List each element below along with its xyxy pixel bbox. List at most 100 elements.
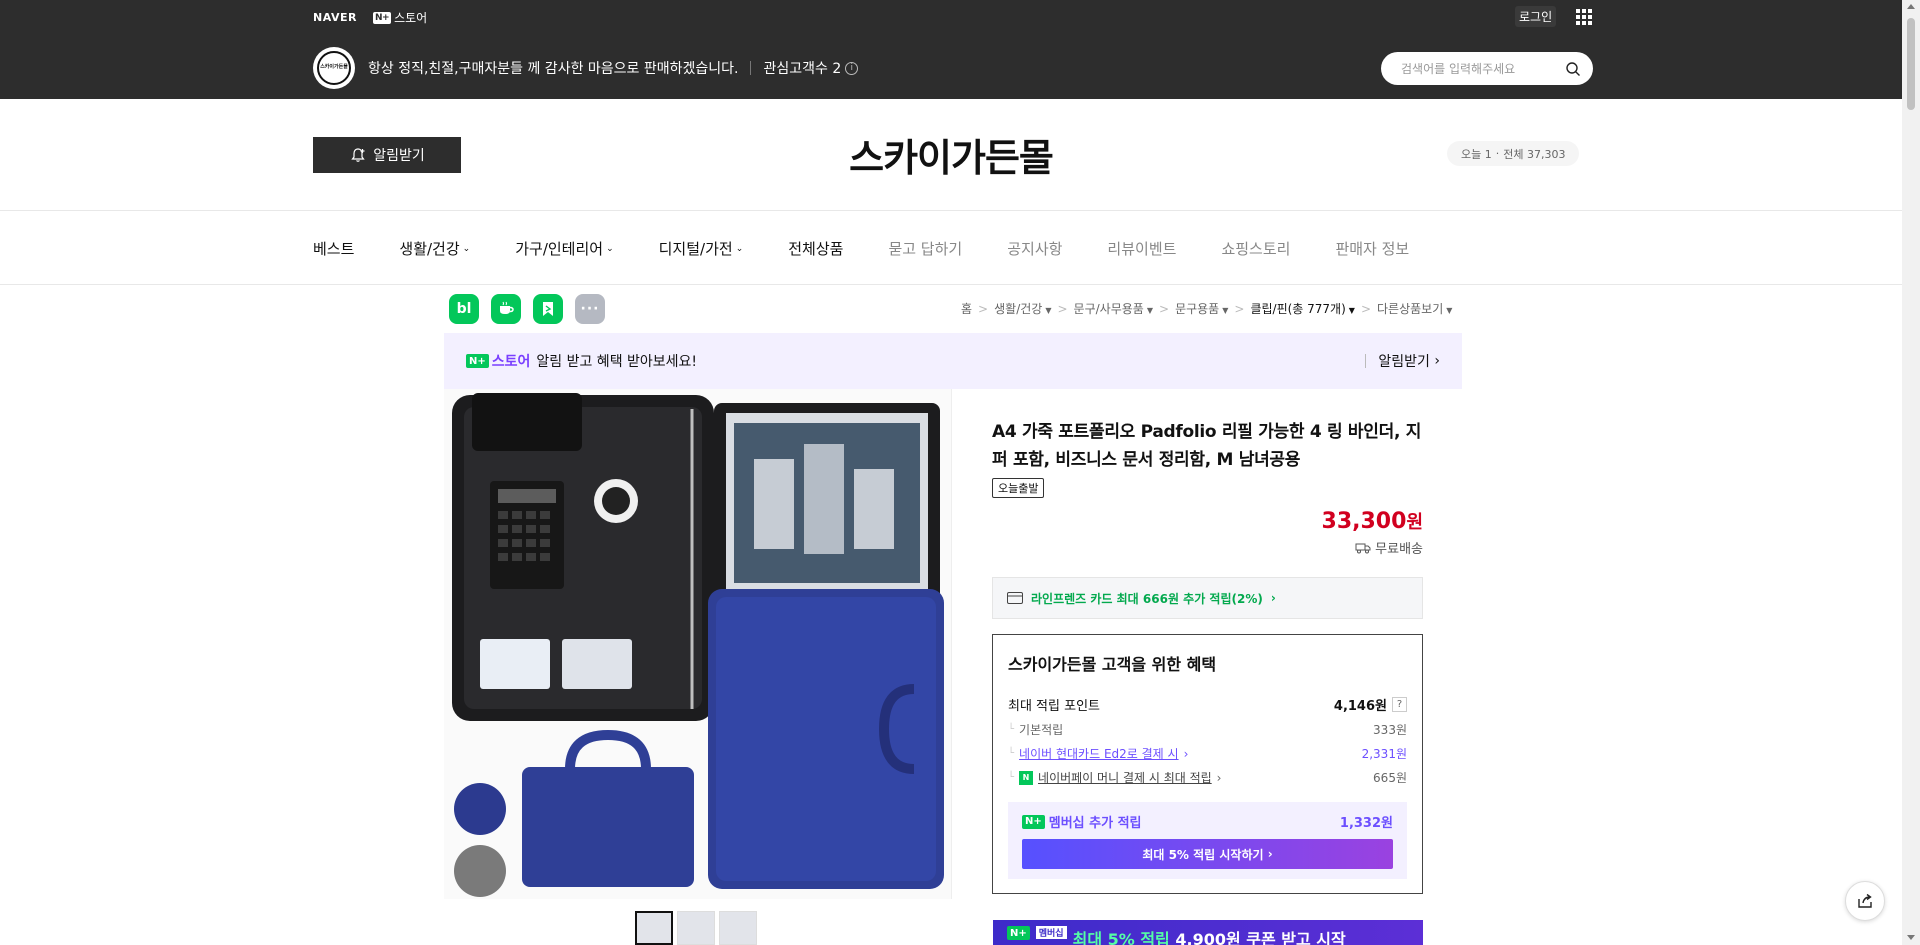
category-item[interactable]: 묻고 답하기 — [888, 238, 962, 259]
chevron-right-icon: › — [1263, 847, 1273, 861]
chevron-right-icon: › — [1429, 353, 1440, 369]
start-membership-button[interactable]: 최대 5% 적립 시작하기 › — [1022, 839, 1393, 869]
coupon-banner[interactable]: N+ 멤버십 최대 5% 적립 4,900원 쿠폰 받고 시작 — [993, 920, 1423, 945]
category-item-label: 쇼핑스토리 — [1221, 240, 1291, 258]
avatar[interactable]: 스카이가든몰 — [313, 47, 355, 89]
thumbnail-item[interactable] — [719, 911, 757, 945]
product-info: A4 가죽 포트폴리오 Padfolio 리필 가능한 4 링 바인더, 지퍼 … — [992, 418, 1423, 894]
credit-card-icon — [1007, 592, 1023, 604]
nstore-link[interactable]: N+ 스토어 — [372, 9, 428, 26]
scroll-down-icon[interactable] — [1907, 935, 1915, 940]
top-bar: NAVER N+ 스토어 로그인 스카이가든몰 항상 정직,친절,구매자분들 께… — [0, 0, 1902, 99]
coupon-highlight: 최대 5% 적립 — [1072, 930, 1170, 945]
coupon-text: 4,900원 쿠폰 받고 시작 — [1175, 930, 1346, 945]
category-nav: 베스트 생활/건강 ⌄ 가구/인테리어 ⌄ 디지털/가전 ⌄ 전체상품 묻고 답하기 공지사항 리뷰… — [0, 211, 1902, 285]
category-item[interactable]: 판매자 정보 — [1335, 238, 1409, 259]
naver-logo[interactable]: NAVER — [313, 11, 357, 24]
breadcrumb: 홈 > 생활/건강 ▼ > 문구/사무용품 ▼ > 문구용품 ▼ > 클립/핀(총 777개) ▼ > 다른… — [961, 300, 1452, 317]
alarm-promo-banner: N+ 스토어 알림 받고 혜택 받아보세요! 알림받기 › — [444, 333, 1462, 389]
thumbnail-item[interactable] — [635, 911, 673, 945]
breadcrumb-label: 문구/사무용품 — [1073, 302, 1144, 316]
visitor-count: 오늘 1 · 전체 37,303 — [1447, 141, 1580, 166]
breadcrumb-item[interactable]: 다른상품보기 ▼ — [1377, 300, 1452, 317]
category-item[interactable]: 전체상품 — [788, 238, 843, 259]
nplus-icon: N+ — [1007, 926, 1030, 940]
search-box — [1381, 52, 1593, 85]
breadcrumb-item[interactable]: 홈 — [961, 300, 972, 317]
nplus-icon: N+ — [372, 11, 392, 24]
favorite-count-label: 관심고객수 2 — [763, 61, 842, 77]
promo-alarm-label: 알림받기 — [1378, 354, 1430, 370]
chevron-down-icon: ⌄ — [462, 243, 471, 254]
login-link[interactable]: 로그인 — [1515, 6, 1557, 27]
points-row[interactable]: └ N 네이버페이 머니 결제 시 최대 적립 › 665원 — [1008, 769, 1407, 786]
membership-tag: 멤버십 — [1035, 926, 1067, 939]
store-profile: 스카이가든몰 항상 정직,친절,구매자분들 께 감사한 마음으로 판매하겠습니다… — [313, 47, 859, 89]
thumbnail-item[interactable] — [677, 911, 715, 945]
breadcrumb-separator: > — [1234, 301, 1245, 316]
category-item-label: 베스트 — [313, 240, 355, 258]
points-breakdown: └ 기본적립 333원 └ 네이버 현대카드 Ed2로 결제 시 › 2,331원 └ N 네이버… — [1008, 721, 1407, 786]
category-item[interactable]: 디지털/가전 ⌄ — [659, 238, 744, 259]
product-illustration — [444, 389, 951, 899]
product-main-image[interactable] — [444, 389, 952, 899]
breadcrumb-item[interactable]: 클립/핀(총 777개) ▼ — [1250, 300, 1354, 317]
breadcrumb-item[interactable]: 문구용품 ▼ — [1175, 300, 1228, 317]
apps-grid-icon[interactable] — [1576, 9, 1592, 25]
page-scrollbar[interactable] — [1902, 0, 1920, 945]
category-item-label: 묻고 답하기 — [888, 240, 963, 258]
cafe-share-icon[interactable] — [491, 294, 521, 324]
breadcrumb-label: 클립/핀(총 777개) — [1250, 302, 1346, 316]
scroll-up-icon[interactable] — [1907, 4, 1915, 9]
card-benefit-link[interactable]: 라인프렌즈 카드 최대 666원 추가 적립(2%) › — [992, 577, 1423, 619]
elbow-icon: └ — [1008, 772, 1015, 783]
caret-down-icon: ▼ — [1446, 306, 1453, 315]
search-input[interactable] — [1401, 61, 1565, 76]
category-item[interactable]: 리뷰이벤트 — [1107, 238, 1176, 259]
shipping-label: 무료배송 — [1375, 542, 1423, 557]
category-item[interactable]: 쇼핑스토리 — [1221, 238, 1290, 259]
promo-text: 알림 받고 혜택 받아보세요! — [536, 354, 698, 370]
elbow-icon: └ — [1008, 748, 1015, 759]
breadcrumb-item[interactable]: 생활/건강 ▼ — [994, 300, 1051, 317]
category-item-label: 리뷰이벤트 — [1107, 240, 1177, 258]
category-item-label: 전체상품 — [788, 240, 844, 258]
band-share-icon[interactable] — [533, 294, 563, 324]
category-item-label: 생활/건강 — [399, 240, 460, 258]
info-icon[interactable]: i — [845, 61, 859, 75]
share-icon — [1858, 893, 1872, 908]
points-row-value: 665원 — [1373, 771, 1407, 785]
category-item-label: 가구/인테리어 — [515, 240, 604, 258]
breadcrumb-item[interactable]: 문구/사무용품 ▼ — [1074, 300, 1153, 317]
nstore-brand-label: 스토어 — [491, 354, 531, 370]
help-icon[interactable]: ? — [1392, 697, 1407, 712]
search-icon[interactable] — [1565, 61, 1581, 77]
benefit-title: 스카이가든몰 고객을 위한 혜택 — [1008, 655, 1217, 674]
nplus-icon: N+ — [1022, 814, 1045, 829]
max-points-value: 4,146원 — [1333, 699, 1387, 714]
breadcrumb-separator: > — [1057, 301, 1068, 316]
store-title[interactable]: 스카이가든몰 — [0, 127, 1902, 182]
favorite-count[interactable]: 관심고객수 2 i — [763, 58, 859, 78]
category-item[interactable]: 공지사항 — [1007, 238, 1062, 259]
more-share-icon[interactable]: ··· — [575, 294, 605, 324]
price-value: 33,300 — [1321, 509, 1407, 534]
caret-down-icon: ▼ — [1348, 306, 1355, 315]
points-row-label: 네이버페이 머니 결제 시 최대 적립 — [1038, 771, 1212, 785]
blog-share-icon[interactable]: bl — [449, 294, 479, 324]
breadcrumb-separator: > — [1360, 301, 1371, 316]
points-row-label: 네이버 현대카드 Ed2로 결제 시 — [1019, 747, 1179, 761]
scroll-thumb[interactable] — [1907, 18, 1915, 110]
elbow-icon: └ — [1008, 724, 1015, 735]
breadcrumb-separator: > — [1159, 301, 1170, 316]
category-item[interactable]: 베스트 — [313, 238, 354, 259]
points-row[interactable]: └ 네이버 현대카드 Ed2로 결제 시 › 2,331원 — [1008, 745, 1407, 762]
breadcrumb-separator: > — [978, 301, 989, 316]
visitor-today: 오늘 1 — [1461, 147, 1492, 161]
promo-alarm-link[interactable]: 알림받기 › — [1365, 351, 1440, 371]
category-item[interactable]: 가구/인테리어 ⌄ — [515, 238, 613, 259]
floating-share-button[interactable] — [1845, 881, 1885, 921]
global-nav: NAVER N+ 스토어 — [313, 9, 427, 26]
category-item[interactable]: 생활/건강 ⌄ — [399, 238, 470, 259]
nstore-label: 스토어 — [394, 11, 428, 25]
